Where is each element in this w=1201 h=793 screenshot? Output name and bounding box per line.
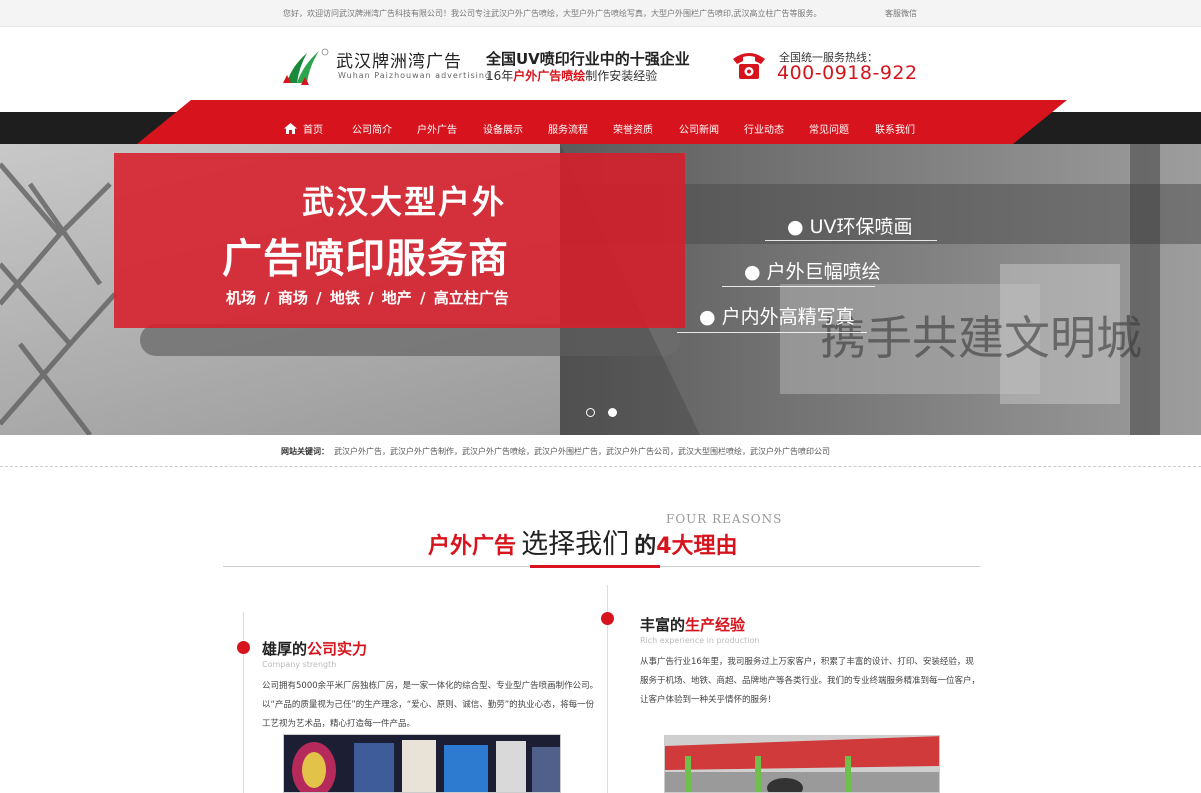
slogan-line-2: 16年户外广告喷绘制作安装经验 (486, 67, 657, 84)
service-wechat-link[interactable]: 客服微信 (885, 8, 917, 19)
site-header: 武汉牌洲湾广告 Wuhan Paizhouwan advertising 全国U… (0, 27, 1201, 112)
reason-1-title-b: 公司实力 (307, 640, 368, 658)
section-title: 户外广告 选择我们 的4大理由 (428, 522, 738, 561)
banner-places: 机场 / 商场 / 地铁 / 地产 / 高立柱广告 (226, 289, 509, 307)
company-logo-icon[interactable] (281, 47, 331, 87)
welcome-text: 您好，欢迎访问武汉牌洲湾广告科技有限公司！我公司专注武汉户外广告喷绘，大型户外广… (283, 9, 822, 18)
reason-1-description: 公司拥有5000余平米厂房独栋厂房，是一家一体化的综合型、专业型广告喷画制作公司… (262, 681, 599, 729)
telephone-icon (733, 53, 765, 79)
banner-bullet-underline (722, 286, 875, 287)
nav-label: 首页 (303, 124, 323, 136)
nav-item-outdoor-ads[interactable]: 户外广告 (417, 121, 483, 136)
reason-2-english: Rich experience in production (640, 636, 760, 645)
reason-2-title: 丰富的生产经验 (640, 614, 745, 635)
banner-bullet-underline (677, 332, 867, 333)
banner-headline-1: 武汉大型户外 (302, 183, 507, 221)
reason-2-description: 从事广告行业16年里，我司服务过上万家客户，积累了丰富的设计、打印、安装经验，现… (640, 657, 981, 705)
hotline-number[interactable]: 400-0918-922 (777, 62, 918, 84)
reason-2-image[interactable] (664, 735, 940, 793)
reason-1-title-a: 雄厚的 (262, 640, 308, 658)
slogan-highlight: 户外广告喷绘 (513, 69, 586, 83)
keywords-list: 武汉户外广告，武汉户外广告制作，武汉户外广告喷绘，武汉户外围栏广告，武汉户外广告… (334, 447, 830, 456)
section-title-part-4: 4大理由 (656, 534, 738, 559)
section-title-part-1: 户外广告 (428, 534, 517, 559)
slide-dot-2[interactable] (608, 408, 617, 417)
banner-bullet-label: 户内外高精写真 (721, 306, 855, 328)
banner-bullet-label: UV环保喷画 (809, 216, 913, 238)
banner-bullet-3: ● 户内外高精写真 (699, 306, 855, 328)
reason-1-marker (237, 641, 250, 654)
banner-bullet-label: 户外巨幅喷绘 (766, 261, 881, 283)
logo-chinese-name: 武汉牌洲湾广告 (336, 52, 462, 72)
hero-banner[interactable]: 携手共建文明城 武汉大型户外 广告喷印服务商 机场 / 商场 / 地铁 / 地产… (0, 144, 1201, 435)
reason-1-title: 雄厚的公司实力 (262, 638, 367, 659)
keywords-bar: 网站关键词： 武汉户外广告，武汉户外广告制作，武汉户外广告喷绘，武汉户外围栏广告… (0, 435, 1201, 467)
section-title-part-3: 的 (634, 534, 657, 559)
slogan-suffix: 制作安装经验 (585, 69, 658, 83)
reason-2-photo (665, 736, 939, 792)
logo-english-name: Wuhan Paizhouwan advertising (338, 71, 491, 80)
nav-item-faq[interactable]: 常见问题 (809, 121, 875, 136)
keywords-label: 网站关键词： (281, 447, 329, 456)
slide-dot-1[interactable] (586, 408, 595, 417)
reason-1-photo (284, 735, 560, 792)
svg-text:携手共建文明城: 携手共建文明城 (820, 311, 1142, 365)
nav-item-equipment[interactable]: 设备展示 (483, 121, 548, 136)
banner-bullet-2: ● 户外巨幅喷绘 (744, 261, 881, 283)
top-bar: 您好，欢迎访问武汉牌洲湾广告科技有限公司！我公司专注武汉户外广告喷绘，大型户外广… (0, 0, 1201, 27)
reason-2-title-b: 生产经验 (685, 616, 746, 634)
nav-item-home[interactable]: 首页 (284, 121, 352, 136)
nav-item-company-news[interactable]: 公司新闻 (679, 121, 744, 136)
banner-bullet-underline (765, 240, 937, 241)
nav-item-service-process[interactable]: 服务流程 (548, 121, 613, 136)
reason-2-title-a: 丰富的 (640, 616, 686, 634)
slogan-line-1: 全国UV喷印行业中的十强企业 (486, 50, 690, 68)
home-icon (284, 122, 297, 134)
banner-headline-2: 广告喷印服务商 (222, 236, 509, 282)
banner-bullet-1: ● UV环保喷画 (787, 216, 913, 238)
section-title-part-2: 选择我们 (521, 529, 630, 560)
slogan-years: 16年 (486, 69, 514, 83)
section-divider-accent (530, 565, 660, 568)
nav-item-industry-news[interactable]: 行业动态 (744, 121, 809, 136)
nav-item-about[interactable]: 公司简介 (352, 121, 417, 136)
timeline-line-left (243, 612, 244, 793)
reason-1-english: Company strength (262, 660, 337, 669)
main-nav: 首页 公司简介 户外广告 设备展示 服务流程 荣誉资质 公司新闻 行业动态 常见… (284, 112, 925, 144)
nav-item-contact[interactable]: 联系我们 (875, 121, 925, 136)
nav-item-honors[interactable]: 荣誉资质 (613, 121, 679, 136)
reason-2-marker (601, 612, 614, 625)
reason-1-image[interactable] (283, 734, 561, 793)
